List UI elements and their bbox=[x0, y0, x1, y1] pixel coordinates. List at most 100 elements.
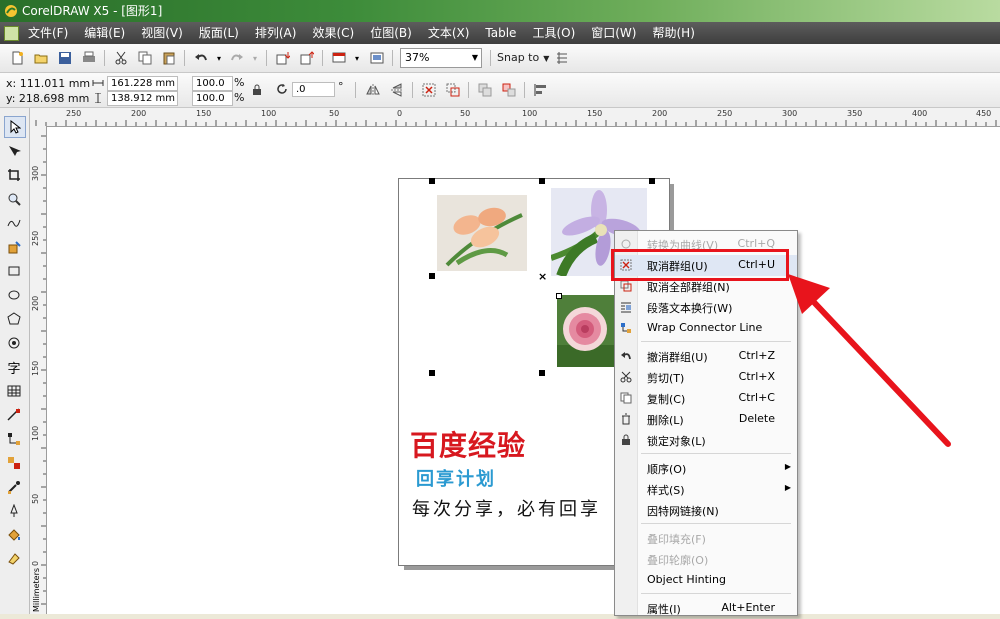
menu-item-object-hinting[interactable]: Object Hinting bbox=[615, 570, 797, 591]
copy-icon bbox=[619, 391, 633, 405]
break-apart-icon[interactable] bbox=[500, 81, 518, 99]
ellipse-tool-icon[interactable] bbox=[4, 285, 24, 305]
rotation-angle-field[interactable]: .0 bbox=[292, 82, 335, 97]
horizontal-ruler[interactable]: 250 200 150 100 50 0 50 100 150 200 250 … bbox=[30, 108, 1000, 127]
ungroup-icon[interactable] bbox=[420, 81, 438, 99]
pick-tool-icon[interactable] bbox=[4, 116, 26, 138]
menu-item-wrap-connector-line[interactable]: Wrap Connector Line bbox=[615, 318, 797, 339]
tulip-photo[interactable] bbox=[437, 195, 527, 271]
menu-bitmaps[interactable]: 位图(B) bbox=[362, 22, 420, 44]
import-icon[interactable] bbox=[274, 49, 292, 67]
vertical-ruler[interactable]: 300 250 200 150 100 50 0 bbox=[30, 126, 47, 614]
selection-handle[interactable] bbox=[429, 178, 435, 184]
menu-item-delete[interactable]: 删除(L) Delete bbox=[615, 409, 797, 430]
menu-item-overprint-outline[interactable]: 叠印轮廓(O) bbox=[615, 549, 797, 570]
ruler-label: 250 bbox=[66, 109, 82, 118]
selection-handle[interactable] bbox=[429, 273, 435, 279]
eyedropper-tool-icon[interactable] bbox=[4, 477, 24, 497]
menu-item-properties[interactable]: 属性(I) Alt+Enter bbox=[615, 598, 797, 619]
basic-shapes-tool-icon[interactable] bbox=[4, 333, 24, 353]
new-document-icon[interactable] bbox=[8, 49, 26, 67]
save-icon[interactable] bbox=[56, 49, 74, 67]
scale-width-field[interactable]: 100.0 bbox=[192, 76, 233, 91]
menu-window[interactable]: 窗口(W) bbox=[583, 22, 644, 44]
percent-label: % bbox=[234, 76, 245, 89]
print-icon[interactable] bbox=[80, 49, 98, 67]
headline-text[interactable]: 百度经验 bbox=[410, 424, 526, 464]
ungroup-all-icon[interactable] bbox=[444, 81, 462, 99]
menu-help[interactable]: 帮助(H) bbox=[644, 22, 702, 44]
rose-photo[interactable] bbox=[557, 295, 614, 367]
zoom-tool-icon[interactable] bbox=[4, 189, 24, 209]
selection-handle[interactable] bbox=[539, 370, 545, 376]
selection-handle[interactable] bbox=[429, 370, 435, 376]
text-tool-icon[interactable]: 字 bbox=[4, 357, 24, 377]
align-distribute-icon[interactable] bbox=[532, 81, 550, 99]
export-icon[interactable] bbox=[298, 49, 316, 67]
redo-dropdown-icon[interactable]: ▾ bbox=[246, 49, 264, 67]
menu-table[interactable]: Table bbox=[477, 22, 524, 44]
paste-icon[interactable] bbox=[160, 49, 178, 67]
tagline-text[interactable]: 每次分享，必有回享 bbox=[412, 495, 614, 521]
mirror-vertical-icon[interactable] bbox=[388, 81, 406, 99]
scale-height-field[interactable]: 100.0 bbox=[192, 91, 233, 106]
connector-tool-icon[interactable] bbox=[4, 429, 24, 449]
menu-item-order[interactable]: 顺序(O) ▶ bbox=[615, 458, 797, 479]
menu-effects[interactable]: 效果(C) bbox=[304, 22, 362, 44]
freehand-tool-icon[interactable] bbox=[4, 213, 24, 233]
subhead-text[interactable]: 回享计划 bbox=[416, 465, 496, 491]
outline-pen-tool-icon[interactable] bbox=[4, 501, 24, 521]
lock-ratio-icon[interactable] bbox=[252, 84, 262, 96]
blend-tool-icon[interactable] bbox=[4, 453, 24, 473]
menu-tools[interactable]: 工具(O) bbox=[524, 22, 583, 44]
menu-item-styles[interactable]: 样式(S) ▶ bbox=[615, 479, 797, 500]
redo-icon[interactable] bbox=[228, 49, 246, 67]
menu-item-text-wrap[interactable]: 段落文本换行(W) bbox=[615, 297, 797, 318]
x-position-field[interactable]: x: 111.011 mm bbox=[6, 77, 90, 90]
menu-arrange[interactable]: 排列(A) bbox=[247, 22, 305, 44]
shape-tool-icon[interactable] bbox=[4, 141, 24, 161]
document-icon[interactable] bbox=[4, 26, 19, 41]
smart-fill-tool-icon[interactable] bbox=[4, 237, 24, 257]
y-position-field[interactable]: y: 218.698 mm bbox=[6, 92, 89, 105]
rotation-center-icon[interactable]: × bbox=[538, 270, 547, 283]
rectangle-tool-icon[interactable] bbox=[4, 261, 24, 281]
menu-file[interactable]: 文件(F) bbox=[20, 22, 76, 44]
snap-to-dropdown[interactable]: Snap to ▼ bbox=[497, 51, 549, 64]
mirror-horizontal-icon[interactable] bbox=[364, 81, 382, 99]
crop-tool-icon[interactable] bbox=[4, 165, 24, 185]
menu-item-internet-link[interactable]: 因特网链接(N) bbox=[615, 500, 797, 521]
polygon-tool-icon[interactable] bbox=[4, 309, 24, 329]
menu-item-lock-object[interactable]: 锁定对象(L) bbox=[615, 430, 797, 451]
menu-layout[interactable]: 版面(L) bbox=[191, 22, 247, 44]
zoom-level-select[interactable]: 37% ▼ bbox=[400, 48, 482, 68]
interactive-fill-tool-icon[interactable] bbox=[4, 549, 24, 569]
undo-dropdown-icon[interactable]: ▾ bbox=[210, 49, 228, 67]
menu-view[interactable]: 视图(V) bbox=[133, 22, 191, 44]
selection-handle[interactable] bbox=[649, 178, 655, 184]
table-tool-icon[interactable] bbox=[4, 381, 24, 401]
menu-edit[interactable]: 编辑(E) bbox=[76, 22, 133, 44]
menu-item-cut[interactable]: 剪切(T) Ctrl+X bbox=[615, 367, 797, 388]
menu-item-undo-group[interactable]: 撤消群组(U) Ctrl+Z bbox=[615, 346, 797, 367]
snap-options-icon[interactable] bbox=[553, 49, 571, 67]
launcher-dropdown-icon[interactable]: ▾ bbox=[348, 49, 366, 67]
cut-icon[interactable] bbox=[112, 49, 130, 67]
welcome-screen-icon[interactable] bbox=[368, 49, 386, 67]
selection-handle[interactable] bbox=[539, 178, 545, 184]
dimension-tool-icon[interactable] bbox=[4, 405, 24, 425]
combine-icon[interactable] bbox=[476, 81, 494, 99]
undo-icon[interactable] bbox=[192, 49, 210, 67]
object-height-field[interactable]: 138.912 mm bbox=[107, 91, 178, 106]
undo-icon bbox=[619, 349, 633, 363]
object-width-field[interactable]: 161.228 mm bbox=[107, 76, 178, 91]
open-folder-icon[interactable] bbox=[32, 49, 50, 67]
menu-item-overprint-fill[interactable]: 叠印填充(F) bbox=[615, 528, 797, 549]
fill-tool-icon[interactable] bbox=[4, 525, 24, 545]
copy-icon[interactable] bbox=[136, 49, 154, 67]
menu-item-copy[interactable]: 复制(C) Ctrl+C bbox=[615, 388, 797, 409]
node-handle[interactable] bbox=[556, 293, 562, 299]
ruler-label: 400 bbox=[912, 109, 928, 118]
application-launcher-icon[interactable] bbox=[330, 49, 348, 67]
menu-text[interactable]: 文本(X) bbox=[420, 22, 478, 44]
